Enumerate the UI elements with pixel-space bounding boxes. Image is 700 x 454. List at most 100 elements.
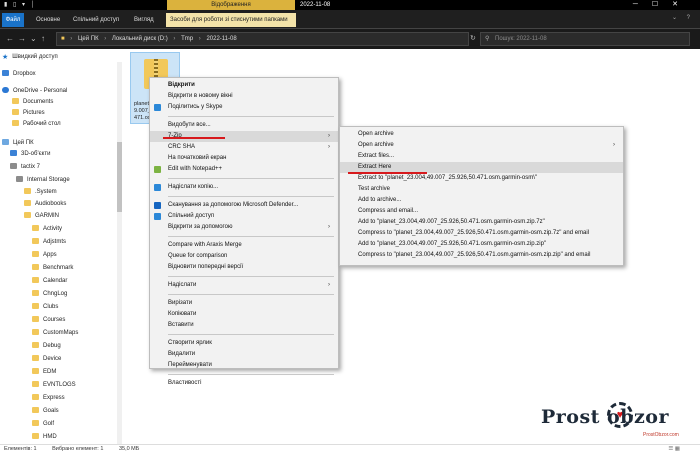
nav-item[interactable]: Рабочий стол — [12, 119, 61, 130]
nav-item[interactable]: Goals — [32, 406, 59, 417]
nav-item[interactable]: Courses — [32, 315, 65, 326]
nav-item[interactable]: Цей ПК — [2, 138, 34, 149]
context-menu-item[interactable]: Видалити — [150, 349, 338, 360]
context-menu-item[interactable]: Копіювати — [150, 309, 338, 320]
refresh-icon[interactable]: ↻ — [470, 33, 476, 45]
nav-item[interactable]: Benchmark — [32, 263, 73, 274]
folder-icon — [32, 420, 39, 426]
nav-item[interactable]: Debug — [32, 341, 61, 352]
tab-view[interactable]: Вигляд — [134, 14, 154, 26]
nav-scrollbar-thumb[interactable] — [117, 142, 122, 212]
recent-chevron-icon[interactable]: ⌄ — [30, 33, 37, 45]
back-arrow-icon[interactable]: ← — [6, 33, 14, 45]
submenu-item[interactable]: Add to archive... — [340, 195, 623, 206]
nav-item-label: tactix 7 — [21, 164, 41, 170]
address-bar-row: ← → ⌄ ↑ ■ › Цей ПК › Локальний диск (D:)… — [0, 29, 700, 49]
drive-icon — [16, 176, 23, 182]
nav-item[interactable]: ★ Швидкий доступ — [2, 52, 58, 63]
nav-item[interactable]: Device — [32, 354, 61, 365]
submenu-item[interactable]: Extract files... — [340, 151, 623, 162]
nav-item[interactable]: Internal Storage — [16, 175, 70, 186]
context-menu-item[interactable]: Надіслати › — [150, 280, 338, 291]
context-menu-item[interactable]: CRC SHA › — [150, 142, 338, 153]
context-menu-item[interactable]: Сканування за допомогою Microsoft Defend… — [150, 200, 338, 211]
nav-item[interactable]: Apps — [32, 250, 57, 261]
nav-item[interactable]: Activity — [32, 224, 62, 235]
context-menu-item[interactable]: Створити ярлик — [150, 338, 338, 349]
submenu-item[interactable]: Compress and email... — [340, 206, 623, 217]
nav-item[interactable]: 3D-об'єкти — [10, 149, 50, 160]
breadcrumb-pc[interactable]: Цей ПК — [78, 36, 99, 42]
submenu-item[interactable]: Open archive — [340, 129, 623, 140]
forward-arrow-icon[interactable]: → — [18, 33, 26, 45]
submenu-item[interactable]: Test archive — [340, 184, 623, 195]
nav-item[interactable]: Calendar — [32, 276, 67, 287]
tab-file[interactable]: Файл — [2, 13, 24, 27]
context-menu-item[interactable]: Властивості — [150, 378, 338, 389]
context-menu-item[interactable]: Спільний доступ — [150, 211, 338, 222]
window-controls[interactable]: ─☐✕ — [633, 0, 692, 10]
folder-icon — [32, 355, 39, 361]
nav-item[interactable]: ChngLog — [32, 289, 67, 300]
nav-item[interactable]: HMD — [32, 432, 57, 443]
context-menu-item[interactable]: Відкрити за допомогою › — [150, 222, 338, 233]
address-input[interactable]: ■ › Цей ПК › Локальний диск (D:) › Tmp ›… — [56, 32, 469, 46]
nav-item[interactable]: CustomMaps — [32, 328, 78, 339]
context-menu-item[interactable]: Вирізати — [150, 298, 338, 309]
context-menu-item[interactable]: Відновити попередні версії — [150, 262, 338, 273]
context-menu-item[interactable]: Вставити — [150, 320, 338, 331]
view-toggle-icons[interactable]: ☰ ▦ — [668, 445, 680, 454]
folder-icon — [32, 329, 39, 335]
nav-item[interactable]: Adjstmts — [32, 237, 66, 248]
context-menu-item[interactable]: Поділитись у Skype — [150, 102, 338, 113]
nav-item[interactable]: EDM — [32, 367, 56, 378]
submenu-item[interactable]: Add to "planet_23.004,49.007_25.926,50.4… — [340, 217, 623, 228]
submenu-item[interactable]: Add to "planet_23.004,49.007_25.926,50.4… — [340, 239, 623, 250]
nav-item[interactable]: tactix 7 — [10, 162, 40, 173]
tab-share[interactable]: Спільний доступ — [73, 14, 119, 26]
nav-item[interactable]: Audiobooks — [24, 199, 66, 210]
search-input[interactable]: ⚲ Пошук: 2022-11-08 — [480, 32, 690, 46]
nav-scrollbar[interactable] — [117, 62, 122, 447]
breadcrumb-tmp[interactable]: Tmp — [181, 36, 193, 42]
submenu-item[interactable]: Compress to "planet_23.004,49.007_25.926… — [340, 228, 623, 239]
nav-item[interactable]: Golf — [32, 419, 54, 430]
context-menu-item[interactable]: Перейменувати — [150, 360, 338, 371]
context-menu-item[interactable]: Видобути все... — [150, 120, 338, 131]
nav-item[interactable]: .System — [24, 187, 57, 198]
nav-item[interactable]: Clubs — [32, 302, 58, 313]
nav-item[interactable]: OneDrive - Personal — [2, 86, 67, 97]
submenu-item[interactable]: Extract to "planet_23.004,49.007_25.926,… — [340, 173, 623, 184]
nav-item[interactable]: GARMIN — [24, 211, 59, 222]
context-menu-item-label: Надіслати копію... — [168, 184, 219, 190]
cloud-icon — [2, 87, 9, 93]
breadcrumb-drive[interactable]: Локальний диск (D:) — [112, 36, 168, 42]
submenu-item[interactable]: Compress to "planet_23.004,49.007_25.926… — [340, 250, 623, 261]
nav-item-label: HMD — [43, 434, 57, 440]
context-menu-separator — [168, 196, 334, 197]
context-menu-item[interactable]: Відкрити в новому вікні — [150, 91, 338, 102]
tab-compressed-tools[interactable]: Засоби для роботи зі стиснутими папками — [166, 13, 296, 27]
nav-item[interactable]: EVNTLOGS — [32, 380, 76, 391]
breadcrumb-current[interactable]: 2022-11-08 — [206, 36, 236, 42]
quick-access-toolbar[interactable]: ▮ ▯ ▾ │ — [4, 1, 36, 8]
context-menu-item-label: Відкрити — [168, 82, 195, 88]
folder-icon — [32, 290, 39, 296]
context-menu-item-label: Видалити — [168, 351, 196, 357]
context-menu-item[interactable]: Надіслати копію... — [150, 182, 338, 193]
nav-item[interactable]: Dropbox — [2, 69, 36, 80]
up-arrow-icon[interactable]: ↑ — [41, 33, 45, 45]
submenu-item[interactable]: Open archive › — [340, 140, 623, 151]
context-menu-item[interactable]: Edit with Notepad++ — [150, 164, 338, 175]
folder-icon — [32, 342, 39, 348]
context-menu-item[interactable]: Queue for comparison — [150, 251, 338, 262]
nav-item[interactable]: Pictures — [12, 108, 45, 119]
ribbon-right-icons[interactable]: ⌄ ? — [672, 14, 694, 21]
context-menu-item[interactable]: Відкрити — [150, 80, 338, 91]
context-menu-item[interactable]: На початковий екран — [150, 153, 338, 164]
nav-item[interactable]: Express — [32, 393, 65, 404]
tab-home[interactable]: Основне — [36, 14, 60, 26]
submenu-item-label: Open archive — [358, 131, 394, 137]
nav-item[interactable]: Documents — [12, 97, 53, 108]
context-menu-item[interactable]: Compare with Araxis Merge — [150, 240, 338, 251]
